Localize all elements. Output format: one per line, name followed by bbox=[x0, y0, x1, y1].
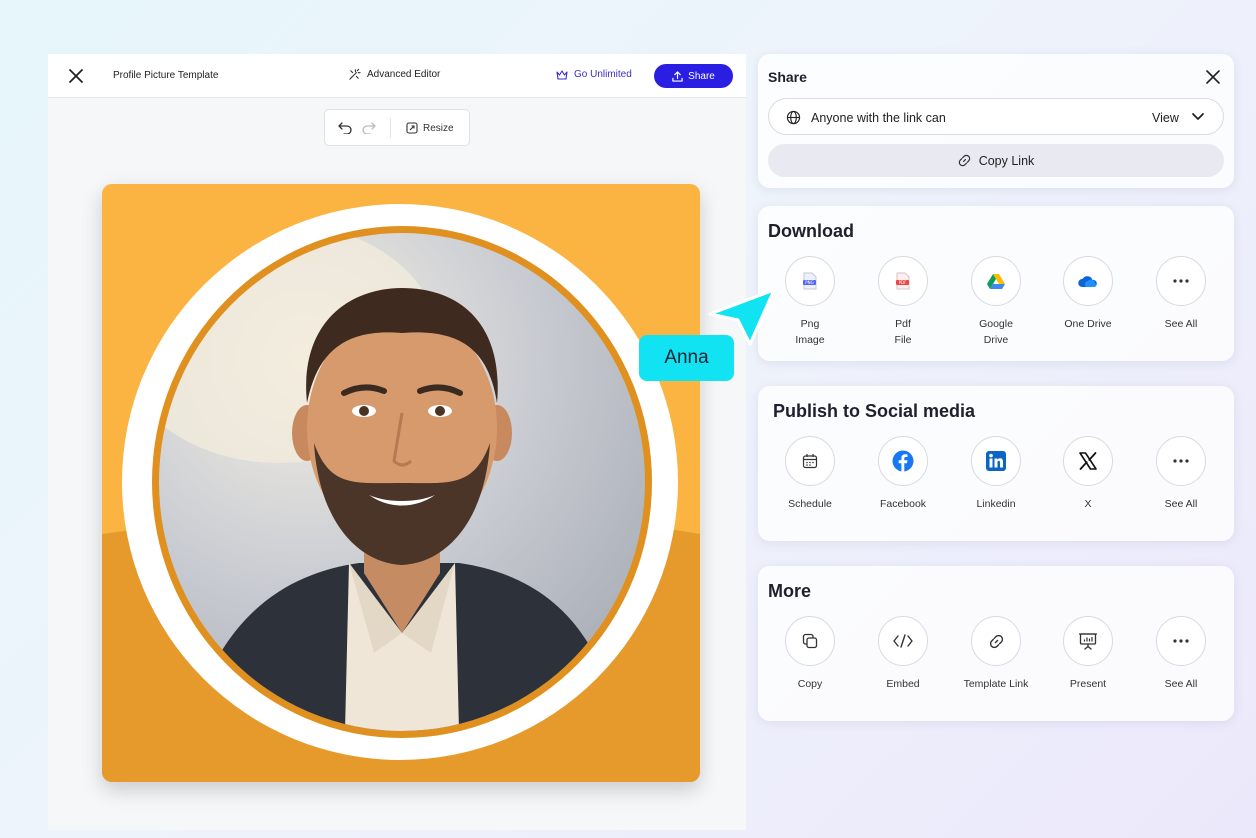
linkedin-option[interactable]: Linkedin bbox=[956, 436, 1036, 512]
download-section: Download PNG Png Image PDF Pdf File Goog… bbox=[758, 206, 1234, 361]
facebook-icon bbox=[892, 450, 914, 472]
share-panel-title: Share bbox=[768, 69, 807, 85]
presentation-icon bbox=[1079, 633, 1097, 650]
magic-wand-icon bbox=[349, 68, 361, 80]
download-png-option[interactable]: PNG Png Image bbox=[770, 256, 850, 348]
access-level-value: View bbox=[1152, 111, 1179, 125]
onedrive-option[interactable]: One Drive bbox=[1048, 256, 1128, 332]
chevron-down-icon bbox=[1192, 113, 1204, 120]
go-unlimited-label: Go Unlimited bbox=[574, 69, 632, 80]
social-media-title: Publish to Social media bbox=[773, 401, 976, 421]
download-see-all-label: See All bbox=[1164, 318, 1198, 330]
more-dots-icon bbox=[1173, 639, 1189, 643]
more-dots-icon bbox=[1173, 459, 1189, 463]
link-icon bbox=[989, 634, 1003, 648]
copy-link-button[interactable]: Copy Link bbox=[768, 144, 1224, 177]
social-see-all-label: See All bbox=[1164, 498, 1198, 510]
link-icon bbox=[958, 154, 970, 167]
facebook-label: Facebook bbox=[879, 498, 927, 510]
present-label: Present bbox=[1069, 678, 1107, 690]
google-drive-icon bbox=[987, 274, 1005, 289]
x-label: X bbox=[1084, 498, 1092, 510]
undo-icon[interactable] bbox=[338, 122, 352, 134]
copy-option[interactable]: Copy bbox=[770, 616, 850, 692]
template-link-option[interactable]: Template Link bbox=[956, 616, 1036, 692]
share-button-label: Share bbox=[688, 70, 715, 82]
download-pdf-option[interactable]: PDF Pdf File bbox=[863, 256, 943, 348]
png-file-icon: PNG bbox=[803, 272, 817, 290]
template-link-label: Template Link bbox=[963, 678, 1029, 690]
download-png-label: Png Image bbox=[795, 318, 825, 346]
person-illustration bbox=[159, 233, 619, 731]
more-see-all[interactable]: See All bbox=[1141, 616, 1221, 692]
facebook-option[interactable]: Facebook bbox=[863, 436, 943, 512]
x-option[interactable]: X bbox=[1048, 436, 1128, 512]
editor-window: Profile Picture Template Advanced Editor… bbox=[48, 54, 746, 830]
onedrive-icon bbox=[1078, 275, 1097, 287]
link-access-dropdown[interactable]: Anyone with the link can View bbox=[768, 98, 1224, 135]
more-see-all-label: See All bbox=[1164, 678, 1198, 690]
editor-topbar: Profile Picture Template Advanced Editor… bbox=[48, 54, 746, 98]
svg-text:PNG: PNG bbox=[805, 280, 814, 285]
code-icon bbox=[893, 634, 913, 648]
close-share-icon[interactable] bbox=[1206, 70, 1220, 84]
design-canvas[interactable] bbox=[102, 184, 700, 782]
copy-link-label: Copy Link bbox=[978, 153, 1035, 168]
onedrive-label: One Drive bbox=[1064, 318, 1112, 330]
document-title: Profile Picture Template bbox=[113, 70, 219, 81]
present-option[interactable]: Present bbox=[1048, 616, 1128, 692]
pdf-file-icon: PDF bbox=[896, 272, 910, 290]
download-title: Download bbox=[768, 221, 854, 241]
crown-icon bbox=[556, 69, 568, 80]
close-editor-icon[interactable] bbox=[68, 68, 84, 84]
share-panel: Share Anyone with the link can View Copy… bbox=[758, 54, 1234, 188]
embed-label: Embed bbox=[886, 678, 920, 690]
advanced-editor-label: Advanced Editor bbox=[367, 69, 441, 80]
embed-option[interactable]: Embed bbox=[863, 616, 943, 692]
linkedin-label: Linkedin bbox=[976, 498, 1016, 510]
upload-icon bbox=[672, 70, 683, 82]
download-see-all[interactable]: See All bbox=[1141, 256, 1221, 332]
svg-text:PDF: PDF bbox=[899, 280, 907, 285]
globe-icon bbox=[786, 110, 801, 125]
collaborator-name: Anna bbox=[664, 347, 709, 368]
schedule-option[interactable]: Schedule bbox=[770, 436, 850, 512]
resize-label: Resize bbox=[423, 122, 454, 134]
more-dots-icon bbox=[1173, 279, 1189, 283]
share-button[interactable]: Share bbox=[654, 64, 733, 88]
google-drive-option[interactable]: Google Drive bbox=[956, 256, 1036, 348]
go-unlimited-button[interactable]: Go Unlimited bbox=[556, 69, 632, 80]
schedule-label: Schedule bbox=[788, 498, 832, 510]
resize-button[interactable]: Resize bbox=[406, 122, 454, 134]
linkedin-icon bbox=[986, 451, 1006, 471]
collaborator-name-tag: Anna bbox=[639, 335, 734, 381]
profile-photo bbox=[159, 233, 645, 731]
social-media-section: Publish to Social media Schedule Faceboo… bbox=[758, 386, 1234, 541]
more-title: More bbox=[768, 581, 812, 601]
calendar-icon bbox=[802, 454, 818, 469]
advanced-editor-button[interactable]: Advanced Editor bbox=[348, 68, 440, 81]
link-access-text: Anyone with the link can bbox=[811, 111, 946, 125]
canvas-toolbar: Resize bbox=[324, 109, 470, 146]
redo-icon[interactable] bbox=[362, 122, 376, 134]
google-drive-label: Google Drive bbox=[979, 318, 1013, 346]
social-see-all[interactable]: See All bbox=[1141, 436, 1221, 512]
copy-icon bbox=[802, 633, 818, 649]
x-icon bbox=[1079, 452, 1097, 470]
resize-icon bbox=[406, 122, 418, 134]
toolbar-divider bbox=[390, 118, 391, 138]
more-section: More Copy Embed Template Link Present Se… bbox=[758, 566, 1234, 721]
copy-label: Copy bbox=[797, 678, 823, 690]
download-pdf-label: Pdf File bbox=[894, 318, 912, 346]
